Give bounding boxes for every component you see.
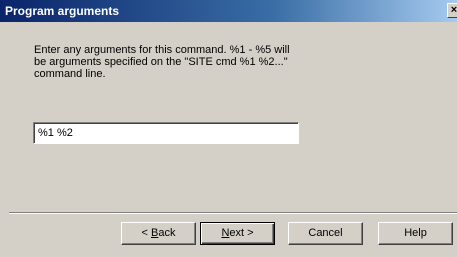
back-button-prefix: <: [141, 227, 151, 239]
instructions-text: Enter any arguments for this command. %1…: [34, 44, 324, 80]
close-icon: ×: [450, 4, 457, 16]
title-bar: Program arguments ×: [0, 0, 457, 22]
button-separator: [9, 212, 457, 214]
back-button[interactable]: < Back: [121, 222, 196, 245]
window-title: Program arguments: [5, 4, 120, 18]
next-button-rest: ext >: [229, 227, 254, 239]
next-button[interactable]: Next >: [200, 222, 275, 245]
cancel-button[interactable]: Cancel: [288, 222, 363, 245]
close-button[interactable]: ×: [447, 3, 457, 18]
instructions-line-2: be arguments specified on the "SITE cmd …: [34, 56, 288, 68]
arguments-input[interactable]: [33, 122, 299, 144]
instructions-line-3: command line.: [34, 68, 106, 80]
help-button[interactable]: Help: [378, 222, 453, 245]
instructions-line-1: Enter any arguments for this command. %1…: [34, 44, 290, 56]
back-button-rest: ack: [158, 227, 176, 239]
